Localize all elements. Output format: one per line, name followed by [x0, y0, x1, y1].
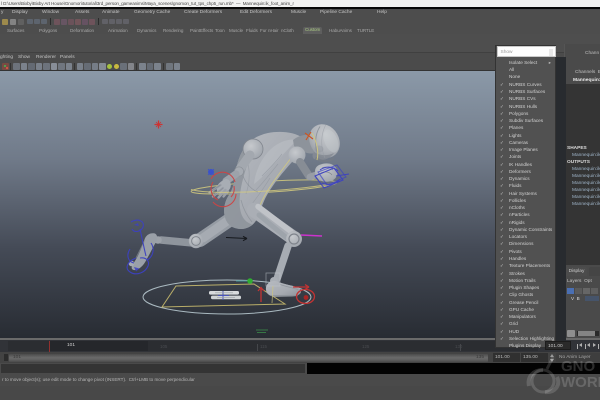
svg-text:WORK: WORK	[561, 374, 600, 391]
svg-text:GNO: GNO	[561, 358, 596, 375]
